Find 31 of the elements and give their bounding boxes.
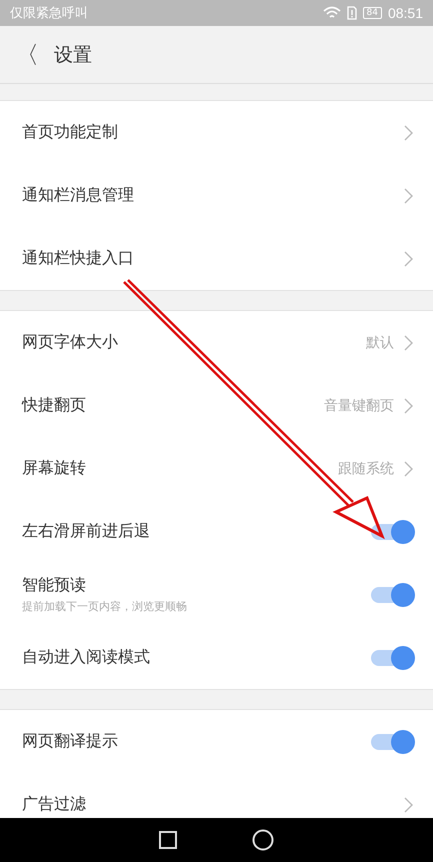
setting-label: 智能预读 xyxy=(22,575,87,596)
page-title: 设置 xyxy=(54,42,92,68)
home-icon[interactable] xyxy=(252,829,274,851)
clock-text: 08:51 xyxy=(388,5,423,21)
setting-label: 左右滑屏前进后退 xyxy=(22,521,151,542)
setting-description: 提前加载下一页内容，浏览更顺畅 xyxy=(22,599,188,614)
chevron-right-icon[interactable] xyxy=(404,334,413,350)
back-button[interactable]: 〈 xyxy=(12,38,42,70)
setting-label: 快捷翻页 xyxy=(22,395,87,416)
chevron-right-icon[interactable] xyxy=(404,124,413,140)
chevron-right-icon[interactable] xyxy=(404,398,413,414)
setting-label: 首页功能定制 xyxy=(22,122,119,143)
battery-level: 84 xyxy=(362,7,382,19)
setting-label: 广告过滤 xyxy=(22,794,87,815)
chevron-right-icon[interactable] xyxy=(404,188,413,204)
setting-value[interactable]: 默认 xyxy=(366,334,394,352)
setting-value[interactable]: 跟随系统 xyxy=(338,460,394,478)
carrier-text: 仅限紧急呼叫 xyxy=(10,5,88,22)
chevron-right-icon[interactable] xyxy=(404,250,413,266)
setting-label: 自动进入阅读模式 xyxy=(22,647,151,668)
chevron-right-icon[interactable] xyxy=(404,796,413,812)
setting-label: 网页翻译提示 xyxy=(22,731,119,752)
chevron-right-icon[interactable] xyxy=(404,460,413,476)
setting-label: 屏幕旋转 xyxy=(22,458,87,479)
wifi-icon xyxy=(322,6,340,20)
setting-label: 通知栏快捷入口 xyxy=(22,248,135,269)
setting-label: 网页字体大小 xyxy=(22,332,119,353)
setting-label: 通知栏消息管理 xyxy=(22,185,135,206)
sim-card-icon xyxy=(346,6,356,20)
recent-apps-icon[interactable] xyxy=(159,831,177,849)
setting-value[interactable]: 音量键翻页 xyxy=(324,396,394,414)
